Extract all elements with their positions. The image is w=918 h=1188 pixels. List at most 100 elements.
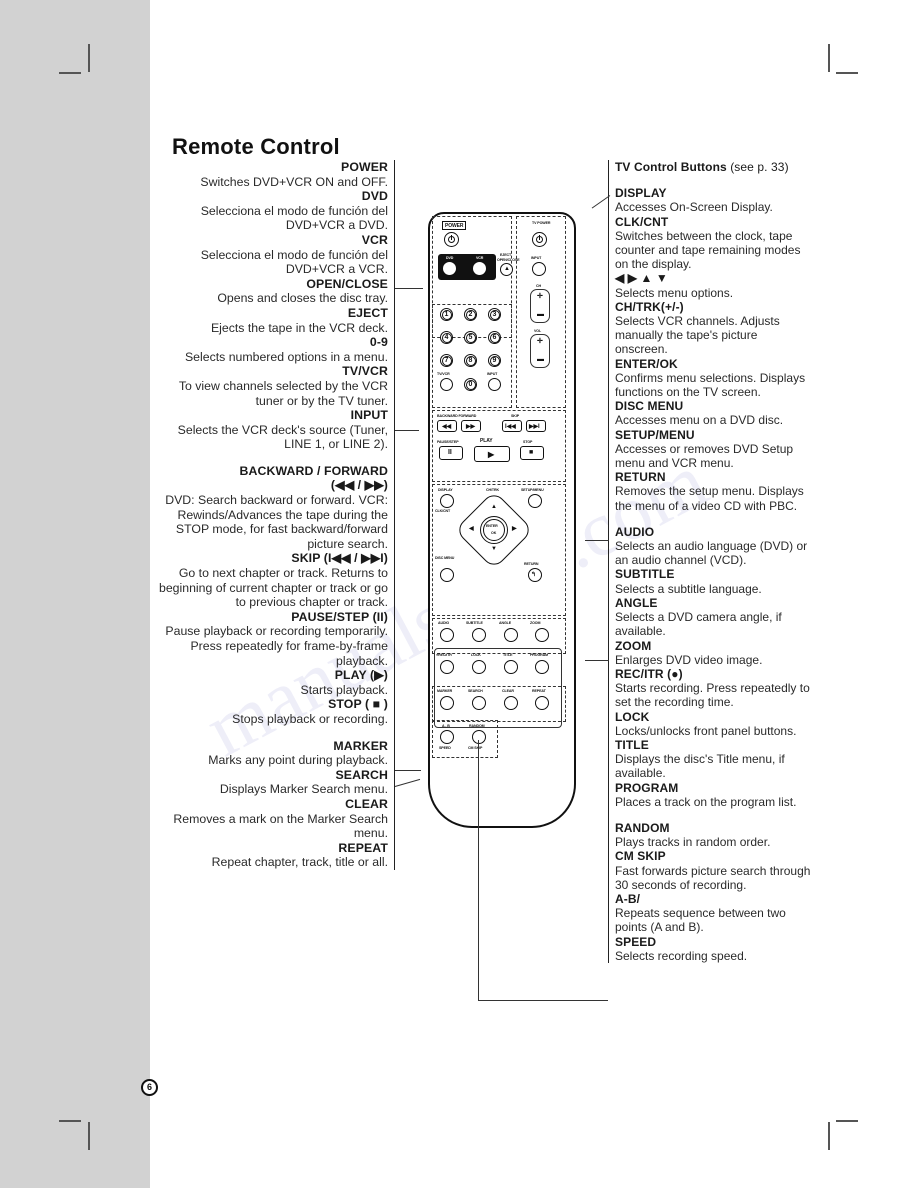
forward-icon: ▶▶ xyxy=(466,424,476,430)
description-entry: DVD Selecciona el modo de función del DVD… xyxy=(150,189,388,233)
description-entry: SEARCH Displays Marker Search menu. xyxy=(150,768,388,797)
crop-mark-top-left-v xyxy=(88,44,90,72)
entry-description: Selecciona el modo de función del DVD+VC… xyxy=(200,247,388,277)
entry-key: DVD xyxy=(361,189,388,204)
crop-mark-bottom-right-h xyxy=(836,1120,858,1122)
left-description-column: POWER Switches DVD+VCR ON and OFF. DVD Sele… xyxy=(150,160,395,870)
entry-description: Removes a mark on the Marker Search menu… xyxy=(173,811,388,841)
entry-key: INPUT xyxy=(350,408,388,423)
description-entry: REC/ITR (●) Starts recording. Press repea… xyxy=(615,667,813,710)
description-entry: EJECT Ejects the tape in the VCR deck. xyxy=(150,306,388,335)
remote-button-angle xyxy=(504,628,518,642)
leader-line-random-group xyxy=(478,1000,608,1001)
remote-label-pause-step: PAUSE/STEP xyxy=(437,440,459,444)
description-entry: OPEN/CLOSE Opens and closes the disc tray… xyxy=(150,277,388,306)
description-entry: CH/TRK(+/-) Selects VCR channels. Adjusts… xyxy=(615,300,813,357)
remote-label-lock: LOCK xyxy=(471,653,481,657)
description-entry: PAUSE/STEP (II) Pause playback or recordi… xyxy=(150,610,388,668)
remote-label-title: TITLE xyxy=(503,653,513,657)
remote-button-search xyxy=(472,696,486,710)
remote-key-2: 2 xyxy=(464,308,477,321)
description-entry: TV/VCR To view channels selected by the V… xyxy=(150,364,388,408)
remote-label-ab: A - B xyxy=(442,724,450,728)
description-entry: ANGLE Selects a DVD camera angle, if avai… xyxy=(615,596,813,639)
entry-description: Marks any point during playback. xyxy=(208,753,388,768)
remote-label-zoom: ZOOM xyxy=(530,621,541,625)
entry-description: Pause playback or recording temporarily.… xyxy=(165,624,388,668)
remote-button-input-top xyxy=(532,262,546,276)
entry-description: Selects a DVD camera angle, if available… xyxy=(615,610,782,639)
description-entry: INPUT Selects the VCR deck's source (Tune… xyxy=(150,408,388,452)
entry-key-note: (see p. 33) xyxy=(726,160,789,174)
description-entry: TITLE Displays the disc's Title menu, if … xyxy=(615,738,813,781)
enter-ok-inner-ring xyxy=(483,519,505,541)
description-entry: STOP ( ■ ) Stops playback or recording. xyxy=(150,697,388,726)
remote-button-program xyxy=(535,660,549,674)
description-entry: AUDIO Selects an audio language (DVD) or … xyxy=(615,525,813,568)
remote-label-disc-menu: DISC MENU xyxy=(435,556,455,560)
entry-key: SKIP (I◀◀ / ▶▶I) xyxy=(291,551,388,566)
crop-mark-top-right-h xyxy=(836,72,858,74)
entry-key: ANGLE xyxy=(615,595,658,610)
remote-button-clear xyxy=(504,696,518,710)
remote-button-lock xyxy=(472,660,486,674)
right-description-column: TV Control Buttons (see p. 33) DISPLAY Acc… xyxy=(608,160,813,963)
remote-key-9: 9 xyxy=(488,354,501,367)
entry-key: PLAY (▶) xyxy=(334,668,388,683)
entry-key: RANDOM xyxy=(615,820,670,835)
remote-key-5: 5 xyxy=(464,331,477,344)
entry-description: Selects VCR channels. Adjusts manually t… xyxy=(615,314,780,357)
entry-key: CM SKIP xyxy=(615,849,666,864)
entry-key-secondary: (◀◀ / ▶▶) xyxy=(330,478,388,493)
remote-button-title xyxy=(504,660,518,674)
description-entry: PROGRAM Places a track on the program lis… xyxy=(615,781,813,809)
remote-key-8: 8 xyxy=(464,354,477,367)
description-entry: LOCK Locks/unlocks front panel buttons. xyxy=(615,710,813,738)
description-entry: MARKER Marks any point during playback. xyxy=(150,739,388,768)
entry-description: Repeats sequence between two points (A a… xyxy=(615,906,786,935)
description-entry: SPEED Selects recording speed. xyxy=(615,935,813,963)
remote-label-dvd: DVD xyxy=(446,256,454,260)
remote-label-subtitle: SUBTITLE xyxy=(466,621,483,625)
entry-description: Confirms menu selections. Displays funct… xyxy=(615,370,806,400)
remote-label-ch-trk: CH/TRK xyxy=(486,488,499,492)
entry-description: Go to next chapter or track. Returns to … xyxy=(159,566,388,610)
description-entry: SETUP/MENU Accesses or removes DVD Setup … xyxy=(615,428,813,471)
remote-label-backward-forward: BACKWARD FORWARD xyxy=(437,414,477,418)
entry-description: Selects menu options. xyxy=(615,285,734,300)
remote-button-setup-menu xyxy=(528,494,542,508)
entry-key: TV Control Buttons (see p. 33) xyxy=(615,160,789,174)
dpad-left-icon: ◀ xyxy=(469,526,474,532)
entry-description: Places a track on the program list. xyxy=(615,794,797,809)
return-icon: ↰ xyxy=(531,572,536,578)
entry-key: POWER xyxy=(341,160,388,174)
entry-key: ◀ ▶ ▲ ▼ xyxy=(615,271,668,286)
entry-description: Ejects the tape in the VCR deck. xyxy=(210,320,388,335)
remote-label-ok: OK xyxy=(491,531,497,535)
remote-label-program: PROGRAM xyxy=(530,653,549,657)
entry-key: LOCK xyxy=(615,709,650,724)
description-entry: A-B/Repeats sequence between two points … xyxy=(615,892,813,935)
entry-key: AUDIO xyxy=(615,524,655,539)
remote-label-speed: SPEED xyxy=(439,746,451,750)
remote-label-vcr: VCR xyxy=(476,256,484,260)
remote-label-return: RETURN xyxy=(524,562,539,566)
remote-label-repeat: REPEAT xyxy=(532,689,546,693)
remote-button-marker xyxy=(440,696,454,710)
entry-description: Removes the setup menu. Displays the men… xyxy=(615,484,804,513)
backward-icon: ◀◀ xyxy=(442,424,452,430)
description-entry: ZOOM Enlarges DVD video image. xyxy=(615,639,813,667)
dpad-right-icon: ▶ xyxy=(512,526,517,532)
remote-label-tv-power-line1: TV POWER xyxy=(532,221,551,225)
entry-description: Selecciona el modo de función del DVD+VC… xyxy=(200,203,388,233)
remote-label-setup-menu: SETUP/MENU xyxy=(521,488,544,492)
leader-line-input xyxy=(395,430,419,431)
entry-description: Starts recording. Press repeatedly to se… xyxy=(615,681,810,710)
crop-mark-top-right-v xyxy=(828,44,830,72)
entry-key: MARKER xyxy=(333,738,388,753)
remote-label-rec-itr: ●REC/ITR xyxy=(436,653,452,657)
skip-prev-icon: I◀◀ xyxy=(505,424,516,430)
entry-description: Enlarges DVD video image. xyxy=(615,652,763,667)
remote-key-4: 4 xyxy=(440,331,453,344)
remote-key-3: 3 xyxy=(488,308,501,321)
